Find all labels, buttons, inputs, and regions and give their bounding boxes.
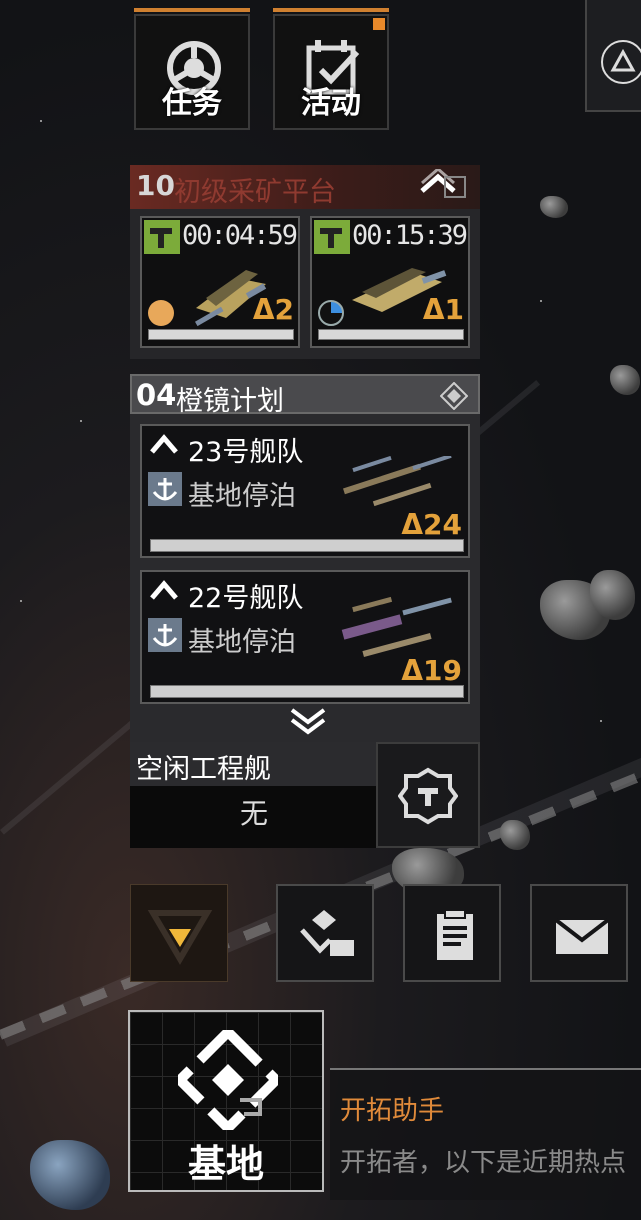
mail-icon (554, 918, 610, 954)
fleet-ships-image (341, 596, 452, 657)
fleet-card[interactable]: 22号舰队 基地停泊 Δ19 (140, 570, 470, 704)
asteroid (500, 820, 530, 850)
fleet-list: 23号舰队 基地停泊 Δ24 22号舰队 基地停泊 Δ19 (130, 414, 480, 742)
progress-bar (148, 329, 294, 340)
mining-tool-icon (144, 220, 180, 254)
mining-timer: 00:04:59 (182, 220, 298, 251)
gear-wrench-icon (398, 767, 458, 825)
fleet-name: 23号舰队 (188, 437, 304, 468)
notification-dot (373, 18, 385, 30)
asteroid (610, 365, 640, 395)
mail-button[interactable] (530, 884, 628, 982)
fleet-delta: Δ24 (401, 508, 462, 541)
document-icon (437, 909, 473, 960)
mining-title: 初级采矿平台 (174, 177, 336, 208)
chevron-up-icon (150, 434, 178, 454)
idle-engineer-panel: 空闲工程舰 无 (130, 742, 378, 848)
mining-delta: Δ2 (252, 293, 294, 326)
plan-number: 04 (136, 378, 177, 412)
star (600, 720, 602, 722)
fleet-ships-image (343, 456, 452, 507)
fleet-status: 基地停泊 (188, 627, 296, 658)
engineer-button[interactable] (376, 742, 480, 848)
build-icon (300, 910, 354, 956)
mining-platform-header[interactable]: 10 初级采矿平台 (130, 165, 480, 209)
chevron-down-icon[interactable] (288, 706, 328, 736)
progress-bar (318, 329, 464, 340)
triangle-down-icon (147, 910, 213, 965)
asteroid (30, 1140, 110, 1210)
mining-timer: 00:15:39 (352, 220, 468, 251)
notes-button[interactable] (403, 884, 501, 982)
accent-bar (273, 8, 389, 12)
idle-engineer-title: 空闲工程舰 (136, 754, 271, 785)
activities-button[interactable]: 活动 (273, 8, 389, 130)
fleet-delta: Δ19 (401, 654, 462, 687)
status-indicator (318, 300, 344, 326)
star (540, 300, 542, 302)
assistant-text: 开拓者，以下是近期热点 (340, 1148, 627, 1178)
fleet-card[interactable]: 23号舰队 基地停泊 Δ24 (140, 424, 470, 558)
status-indicator (148, 300, 174, 326)
mining-delta: Δ1 (422, 293, 464, 326)
idle-engineer-value: 无 (239, 797, 268, 830)
progress-bar (150, 539, 464, 552)
alert-button[interactable] (585, 0, 641, 112)
plan-title: 橙镜计划 (176, 386, 284, 417)
collapse-menu-button[interactable] (130, 884, 228, 982)
chevron-up-icon (150, 580, 178, 600)
mining-tool-icon (314, 220, 350, 254)
base-label: 基地 (187, 1142, 264, 1186)
progress-bar (150, 685, 464, 698)
missions-button[interactable]: 任务 (134, 8, 250, 130)
missions-label: 任务 (162, 86, 222, 121)
diamond-icon (440, 382, 468, 410)
fleet-name: 22号舰队 (188, 583, 304, 614)
star (20, 600, 22, 602)
collapse-icon[interactable] (444, 176, 466, 198)
base-button[interactable]: 基地 (128, 1010, 324, 1192)
alert-icon (601, 40, 641, 84)
mining-slot[interactable]: 00:15:39 Δ1 (310, 216, 470, 348)
assistant-name: 开拓助手 (340, 1096, 445, 1126)
asteroid (540, 196, 568, 218)
mining-level: 10 (136, 169, 175, 202)
accent-bar (134, 8, 250, 12)
mining-slot[interactable]: 00:04:59 Δ2 (140, 216, 300, 348)
mining-slots: 00:04:59 Δ2 00:15:39 Δ1 (130, 209, 480, 359)
build-button[interactable] (276, 884, 374, 982)
base-icon (178, 1030, 278, 1130)
anchor-icon (148, 472, 182, 506)
anchor-icon (148, 618, 182, 652)
fleet-status: 基地停泊 (188, 481, 296, 512)
star (40, 120, 42, 122)
idle-engineer-header: 空闲工程舰 (130, 742, 378, 786)
assistant-message[interactable]: 开拓助手 开拓者，以下是近期热点 (330, 1068, 641, 1200)
plan-header[interactable]: 04 橙镜计划 (130, 374, 480, 417)
activities-label: 活动 (301, 86, 361, 121)
star (80, 420, 82, 422)
